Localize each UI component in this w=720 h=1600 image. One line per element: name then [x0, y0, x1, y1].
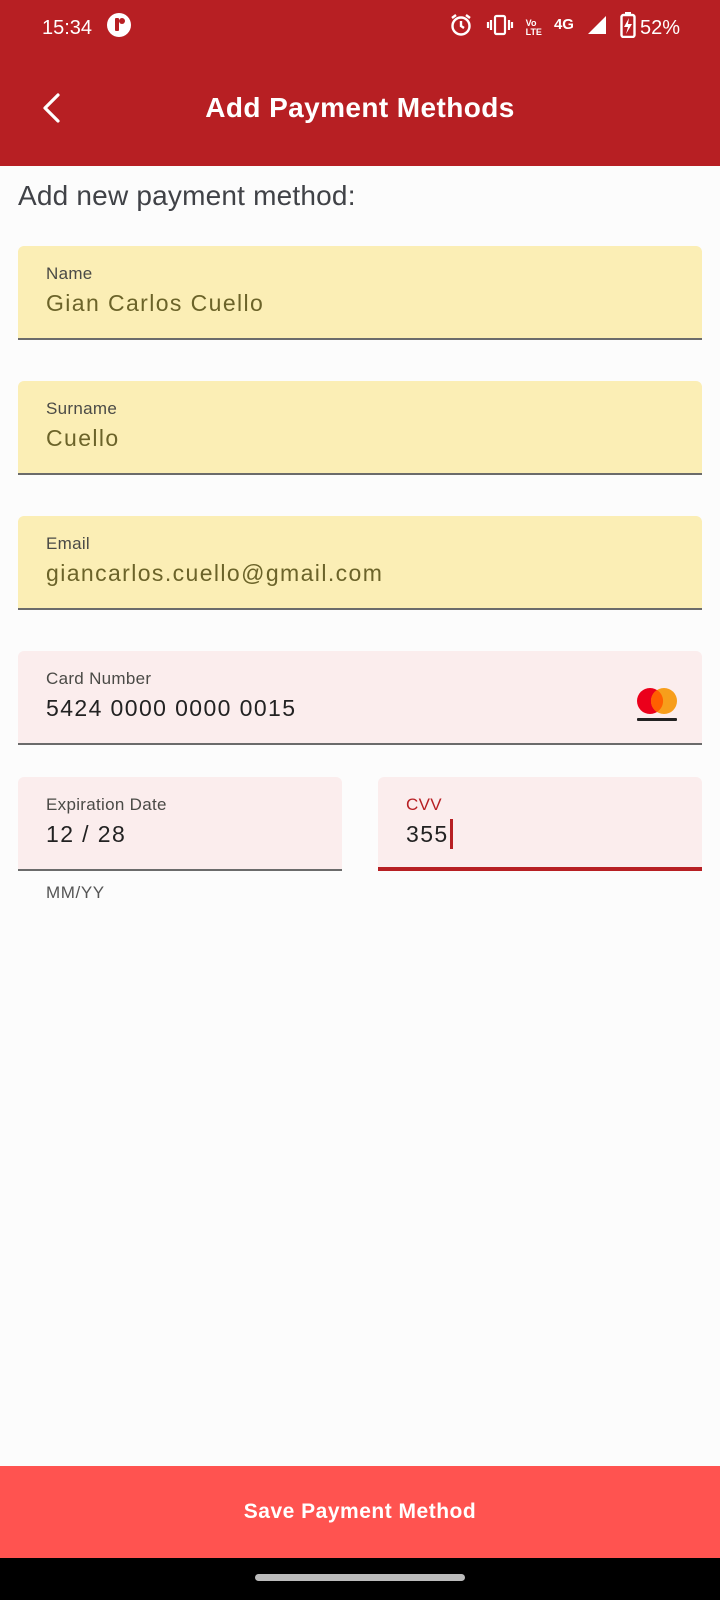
- status-time: 15:34: [42, 16, 93, 39]
- name-field[interactable]: Name Gian Carlos Cuello: [18, 246, 702, 340]
- surname-value: Cuello: [46, 425, 120, 451]
- email-label: Email: [46, 534, 91, 553]
- expiration-date-field[interactable]: Expiration Date 12 / 28: [18, 777, 342, 871]
- email-field[interactable]: Email giancarlos.cuello@gmail.com: [18, 516, 702, 610]
- signal-icon: [586, 14, 608, 42]
- surname-label: Surname: [46, 399, 118, 418]
- battery-percent: 52%: [639, 16, 680, 39]
- app-notification-icon: [106, 12, 132, 44]
- vibrate-icon: [486, 13, 514, 43]
- card-number-value: 5424 0000 0000 0015: [46, 695, 297, 721]
- home-gesture-handle[interactable]: [255, 1574, 465, 1581]
- surname-field[interactable]: Surname Cuello: [18, 381, 702, 475]
- card-number-field[interactable]: Card Number 5424 0000 0000 0015: [18, 651, 702, 745]
- name-label: Name: [46, 264, 93, 283]
- mastercard-icon: [634, 685, 680, 725]
- page-title: Add Payment Methods: [205, 92, 515, 123]
- system-nav-bar: [0, 1558, 720, 1600]
- expiration-helper-text: MM/YY: [46, 883, 105, 902]
- save-payment-method-button[interactable]: Save Payment Method: [0, 1466, 720, 1558]
- alarm-icon: [448, 12, 474, 44]
- cvv-label: CVV: [406, 795, 442, 814]
- email-value: giancarlos.cuello@gmail.com: [46, 560, 384, 586]
- network-type: 4G: [553, 15, 574, 33]
- cvv-field[interactable]: CVV 355: [378, 777, 702, 871]
- text-cursor: [449, 818, 453, 849]
- app-bar: 15:34 Vo LTE 4G 52% Add Payment Methods: [0, 0, 720, 166]
- expiration-date-label: Expiration Date: [46, 795, 167, 814]
- cvv-value-row: 355: [406, 818, 674, 849]
- name-value: Gian Carlos Cuello: [46, 290, 265, 316]
- card-number-label: Card Number: [46, 669, 152, 688]
- form-heading: Add new payment method:: [18, 180, 356, 211]
- battery-charging-icon: [620, 12, 636, 44]
- expiration-date-value: 12 / 28: [46, 821, 127, 847]
- volte-indicator: Vo LTE: [525, 18, 542, 37]
- status-bar: 15:34 Vo LTE 4G 52%: [0, 0, 720, 56]
- cvv-value: 355: [406, 821, 449, 847]
